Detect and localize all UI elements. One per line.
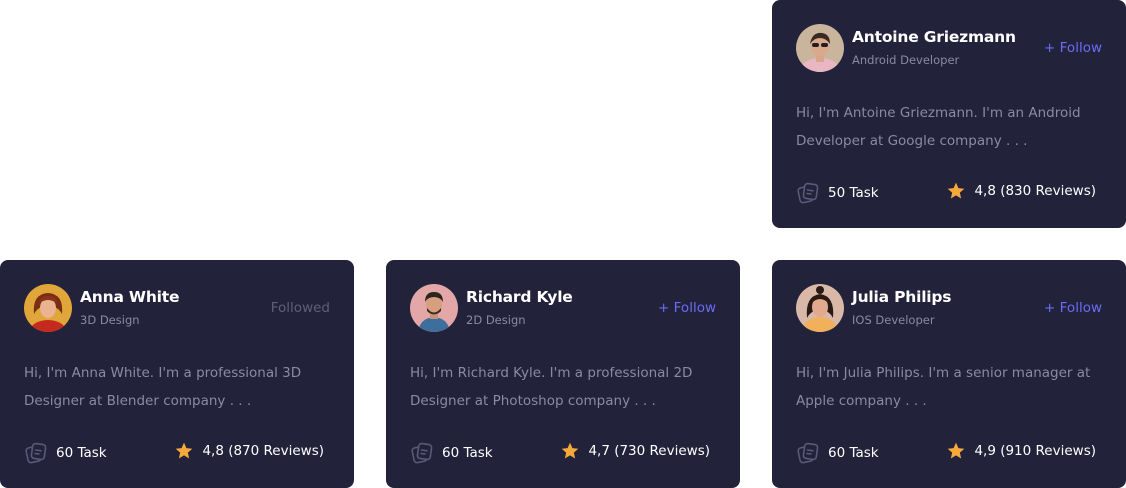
task-label: 50 Task	[828, 185, 879, 201]
profile-bio: Hi, I'm Julia Philips. I'm a senior mana…	[796, 365, 1091, 409]
followed-button[interactable]: Followed	[271, 300, 330, 316]
avatar[interactable]	[796, 24, 844, 72]
profile-bio: Hi, I'm Richard Kyle. I'm a professional…	[410, 365, 693, 409]
rating: 4,8 (870 Reviews)	[174, 441, 324, 461]
avatar[interactable]	[24, 284, 72, 332]
profile-card-julia-philips: Julia Philips IOS Developer + Follow Hi,…	[772, 260, 1126, 488]
profile-role: 3D Design	[80, 313, 140, 327]
task-icon	[410, 441, 434, 465]
task-icon	[24, 441, 48, 465]
profile-name: Antoine Griezmann	[852, 28, 1016, 46]
rating: 4,9 (910 Reviews)	[946, 441, 1096, 461]
task-icon	[796, 441, 820, 465]
task-count: 60 Task	[796, 441, 879, 465]
task-label: 60 Task	[442, 445, 493, 461]
profile-role: Android Developer	[852, 53, 960, 67]
avatar[interactable]	[410, 284, 458, 332]
profile-card-anna-white: Anna White 3D Design Followed Hi, I'm An…	[0, 260, 354, 488]
follow-button[interactable]: + Follow	[1044, 300, 1102, 316]
star-icon	[946, 181, 966, 201]
avatar[interactable]	[796, 284, 844, 332]
star-icon	[174, 441, 194, 461]
rating-label: 4,8 (830 Reviews)	[974, 183, 1096, 199]
task-count: 50 Task	[796, 181, 879, 205]
profile-card-antoine-griezmann: Antoine Griezmann Android Developer + Fo…	[772, 0, 1126, 228]
rating-label: 4,9 (910 Reviews)	[974, 443, 1096, 459]
profile-name: Anna White	[80, 288, 180, 306]
profile-role: 2D Design	[466, 313, 526, 327]
star-icon	[560, 441, 580, 461]
task-label: 60 Task	[828, 445, 879, 461]
star-icon	[946, 441, 966, 461]
profile-name: Richard Kyle	[466, 288, 573, 306]
task-count: 60 Task	[410, 441, 493, 465]
rating-label: 4,7 (730 Reviews)	[588, 443, 710, 459]
follow-button[interactable]: + Follow	[1044, 40, 1102, 56]
rating: 4,7 (730 Reviews)	[560, 441, 710, 461]
profile-bio: Hi, I'm Anna White. I'm a professional 3…	[24, 365, 302, 409]
rating: 4,8 (830 Reviews)	[946, 181, 1096, 201]
follow-button[interactable]: + Follow	[658, 300, 716, 316]
task-label: 60 Task	[56, 445, 107, 461]
profile-role: IOS Developer	[852, 313, 935, 327]
task-icon	[796, 181, 820, 205]
profile-card-richard-kyle: Richard Kyle 2D Design + Follow Hi, I'm …	[386, 260, 740, 488]
profile-bio: Hi, I'm Antoine Griezmann. I'm an Androi…	[796, 105, 1081, 149]
profile-name: Julia Philips	[852, 288, 952, 306]
task-count: 60 Task	[24, 441, 107, 465]
rating-label: 4,8 (870 Reviews)	[202, 443, 324, 459]
